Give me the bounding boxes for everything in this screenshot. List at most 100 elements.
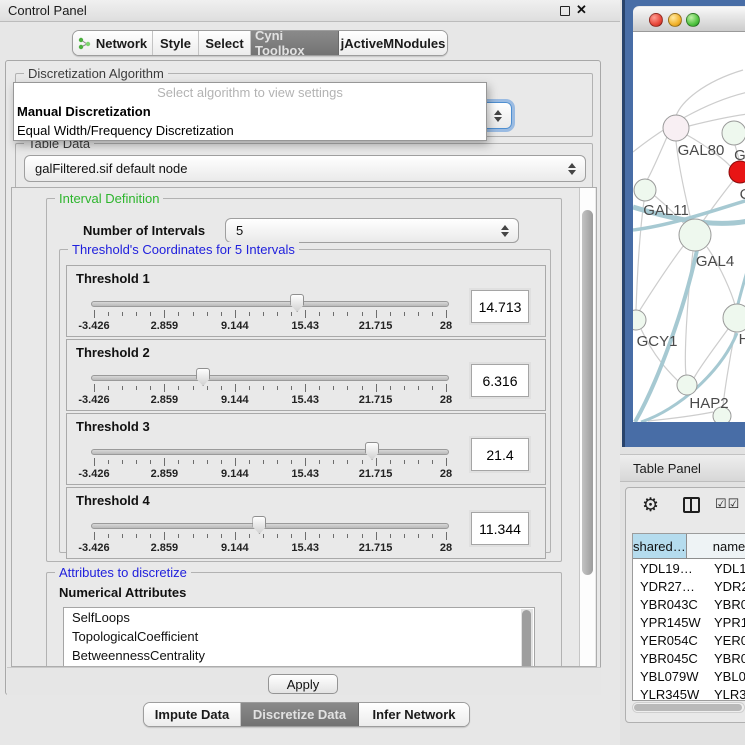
cell-shared-name[interactable]: YBR043C <box>633 597 708 612</box>
cell-name[interactable]: YER0 <box>708 633 745 648</box>
numerical-attributes-list[interactable]: SelfLoopsTopologicalCoefficientBetweenne… <box>63 607 535 667</box>
threshold-3-slider[interactable]: -3.4262.8599.14415.4321.71528 <box>91 442 451 482</box>
popup-item-manual-discretization[interactable]: Manual Discretization <box>14 102 486 121</box>
cell-shared-name[interactable]: YER054C <box>633 633 708 648</box>
network-edge[interactable] <box>638 245 684 313</box>
tick-mark <box>178 534 179 538</box>
gear-icon[interactable]: ⚙ <box>642 494 659 517</box>
tick-mark <box>193 460 194 464</box>
node-h[interactable] <box>723 304 745 332</box>
slider-thumb[interactable] <box>252 516 266 534</box>
list-scrollbar[interactable] <box>521 609 533 667</box>
cell-name[interactable]: YBR0 <box>708 651 745 666</box>
cell-shared-name[interactable]: YBR045C <box>633 651 708 666</box>
table-row[interactable]: YDL19…YDL1 <box>633 559 745 577</box>
slider-track[interactable] <box>91 375 449 381</box>
network-edge[interactable] <box>701 181 733 224</box>
table-row[interactable]: YLR345WYLR3 <box>633 685 745 701</box>
table-row[interactable]: YBL079WYBL0 <box>633 667 745 685</box>
table-row[interactable]: YBR043CYBR0 <box>633 595 745 613</box>
network-edge[interactable] <box>647 137 667 180</box>
threshold-1-slider[interactable]: -3.4262.8599.14415.4321.71528 <box>91 294 451 334</box>
float-window-icon[interactable] <box>560 6 570 16</box>
popup-item-equal-width-frequency[interactable]: Equal Width/Frequency Discretization <box>14 121 486 140</box>
cell-shared-name[interactable]: YPR145W <box>633 615 708 630</box>
cell-name[interactable]: YDL1 <box>708 561 745 576</box>
tick-mark <box>362 386 363 390</box>
thresholds-group-title: Threshold's Coordinates for 5 Intervals <box>68 242 299 257</box>
close-traffic-light-icon[interactable] <box>649 13 663 27</box>
tick-mark <box>221 460 222 464</box>
threshold-1-panel: Threshold 1 -3.4262.8599.14415.4321.7152… <box>66 265 546 337</box>
slider-track[interactable] <box>91 301 449 307</box>
table-row[interactable]: YDR27…YDR2 <box>633 577 745 595</box>
threshold-4-value[interactable]: 11.344 <box>471 512 529 545</box>
slider-thumb[interactable] <box>365 442 379 460</box>
tab-select[interactable]: Select <box>199 31 251 55</box>
apply-button[interactable]: Apply <box>268 674 338 694</box>
network-edge[interactable] <box>676 70 743 116</box>
table-row[interactable]: YBR045CYBR0 <box>633 649 745 667</box>
node-pink[interactable] <box>663 115 689 141</box>
column-header-name[interactable]: name <box>687 534 745 558</box>
zoom-traffic-light-icon[interactable] <box>686 13 700 27</box>
cell-shared-name[interactable]: YLR345W <box>633 687 708 702</box>
tab-jactivemnodules[interactable]: jActiveMNodules <box>339 31 447 55</box>
cell-name[interactable]: YPR1 <box>708 615 745 630</box>
node-hap2[interactable] <box>677 375 697 395</box>
network-edge[interactable] <box>738 268 745 304</box>
settings-scrollbar[interactable] <box>579 188 595 666</box>
attribute-list-item[interactable]: BetweennessCentrality <box>64 646 534 665</box>
minimize-traffic-light-icon[interactable] <box>668 13 682 27</box>
node-top-right[interactable] <box>722 121 745 145</box>
threshold-2-value[interactable]: 6.316 <box>471 364 529 397</box>
thresholds-group: Threshold's Coordinates for 5 Intervals … <box>59 249 551 553</box>
table-data-combo[interactable]: galFiltered.sif default node <box>24 155 586 182</box>
settings-scrollbar-thumb[interactable] <box>582 210 593 575</box>
table-horizontal-scrollbar[interactable] <box>632 702 745 713</box>
node-gcy1[interactable] <box>633 310 646 330</box>
cell-shared-name[interactable]: YDR27… <box>633 579 708 594</box>
cell-name[interactable]: YLR3 <box>708 687 745 702</box>
network-canvas[interactable]: GAL80GACGAL11GAL4GCY1HHAP2 <box>633 32 745 422</box>
tick-label: 15.43 <box>291 320 319 332</box>
tab-discretize-data[interactable]: Discretize Data <box>241 703 359 726</box>
threshold-2-slider[interactable]: -3.4262.8599.14415.4321.71528 <box>91 368 451 408</box>
tab-network[interactable]: Network <box>73 31 153 55</box>
attribute-list-item[interactable]: TopologicalCoefficient <box>64 627 534 646</box>
tab-cyni-toolbox[interactable]: Cyni Toolbox <box>251 31 339 55</box>
number-of-intervals-spinner[interactable]: 5 <box>225 218 519 243</box>
cell-shared-name[interactable]: YDL19… <box>633 561 708 576</box>
checkbox-icons[interactable]: ☑☑ <box>715 496 740 512</box>
threshold-4-slider[interactable]: -3.4262.8599.14415.4321.71528 <box>91 516 451 556</box>
cell-name[interactable]: YBL0 <box>708 669 745 684</box>
close-icon[interactable]: ✕ <box>576 2 587 18</box>
slider-thumb[interactable] <box>290 294 304 312</box>
network-edge[interactable] <box>694 329 728 378</box>
table-row[interactable]: YPR145WYPR1 <box>633 613 745 631</box>
threshold-1-value[interactable]: 14.713 <box>471 290 529 323</box>
network-window-titlebar[interactable] <box>633 6 745 32</box>
slider-track[interactable] <box>91 523 449 529</box>
tab-style[interactable]: Style <box>153 31 199 55</box>
cell-name[interactable]: YBR0 <box>708 597 745 612</box>
tick-mark <box>122 386 123 390</box>
slider-thumb[interactable] <box>196 368 210 386</box>
node-red[interactable] <box>729 161 745 183</box>
cell-shared-name[interactable]: YBL079W <box>633 669 708 684</box>
tab-infer-network[interactable]: Infer Network <box>359 703 469 726</box>
cell-name[interactable]: YDR2 <box>708 579 745 594</box>
tab-impute-data[interactable]: Impute Data <box>144 703 241 726</box>
attribute-list-item[interactable]: SelfLoops <box>64 608 534 627</box>
node-gal11[interactable] <box>634 179 656 201</box>
threshold-3-value[interactable]: 21.4 <box>471 438 529 471</box>
column-header-shared-name[interactable]: shared… <box>633 534 687 558</box>
table-row[interactable]: YER054CYER0 <box>633 631 745 649</box>
split-view-icon[interactable] <box>683 497 700 513</box>
node-label-gcy1: GCY1 <box>637 333 678 350</box>
tick-label: -3.426 <box>78 468 109 480</box>
interval-definition-group: Interval Definition Number of Intervals … <box>46 198 562 562</box>
node-gal4[interactable] <box>679 219 711 251</box>
slider-track[interactable] <box>91 449 449 455</box>
number-of-intervals-label: Number of Intervals <box>83 223 205 238</box>
